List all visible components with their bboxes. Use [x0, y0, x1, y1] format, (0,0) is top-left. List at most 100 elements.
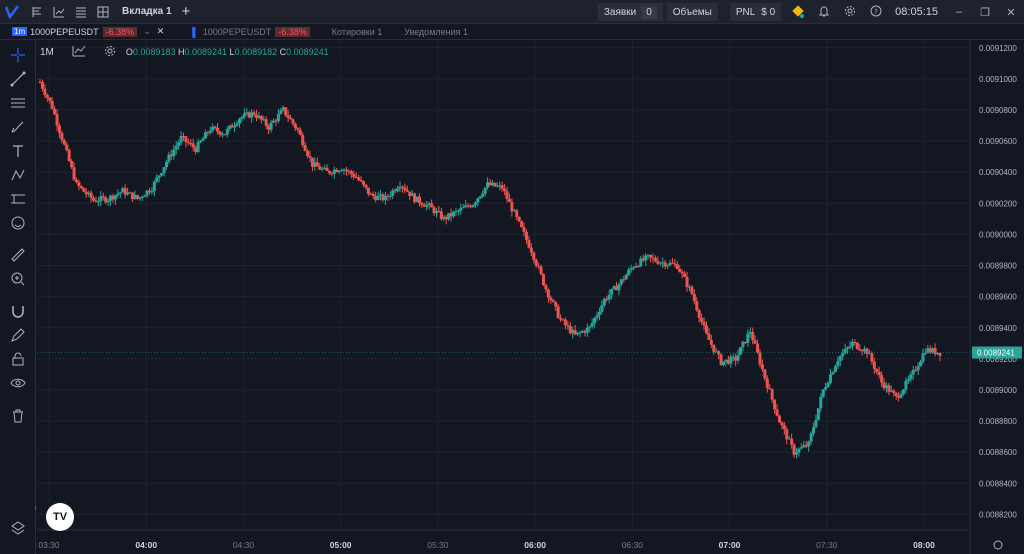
candle-bullish	[921, 353, 925, 362]
time-axis: 03:30 04:00 04:30 05:00 05:30 06:00 06:30 07:00…	[34, 503, 970, 550]
price-tick-label: 0.0088200	[979, 510, 1017, 519]
candle-bearish	[77, 181, 81, 187]
candle-bullish	[199, 140, 203, 143]
time-tick-label: 08:00	[913, 540, 935, 550]
candle-bullish	[746, 333, 750, 343]
candle-bearish	[306, 150, 310, 156]
candle-bullish	[909, 374, 913, 380]
candle-bearish	[865, 348, 869, 354]
symbol-name-2: 1000PEPEUSDT	[202, 26, 272, 37]
candle-bearish	[549, 297, 553, 301]
candle-bearish	[45, 94, 49, 98]
minimize-icon[interactable]: –	[946, 6, 972, 18]
candle-bullish	[607, 294, 611, 300]
chart-icon[interactable]	[50, 3, 68, 21]
candle-bearish	[522, 227, 526, 233]
candle-bearish	[405, 190, 409, 192]
candle-bearish	[751, 331, 755, 341]
candlestick-chart[interactable]: 0.0091200 0.0091000 0.0090800 0.0090600 0.00…	[0, 40, 1024, 554]
candle-bullish	[279, 110, 283, 114]
tab-marker-icon: ▌	[192, 26, 199, 37]
candle-bearish	[765, 378, 769, 389]
notifications-tab[interactable]: Уведомления 1	[404, 27, 468, 37]
chart-settings-icon[interactable]	[104, 45, 116, 59]
candle-bullish	[829, 374, 833, 383]
candle-bearish	[768, 388, 772, 390]
close-tab-icon[interactable]: ✕	[157, 26, 165, 37]
maximize-icon[interactable]: ❐	[972, 6, 998, 19]
last-price-label: 0.0089241	[977, 349, 1015, 358]
candle-bearish	[53, 108, 57, 115]
candle-bullish	[483, 187, 487, 194]
pnl-label: PNL	[735, 6, 756, 18]
candle-bearish	[284, 107, 288, 116]
time-tick-label: 04:30	[233, 540, 255, 550]
candle-bullish	[578, 332, 582, 334]
candle-bearish	[420, 203, 424, 206]
candle-bullish	[797, 448, 801, 453]
layout-grid-icon[interactable]	[94, 3, 112, 21]
candle-bearish	[758, 352, 762, 365]
candle-bullish	[916, 366, 920, 371]
notifications-bell-icon[interactable]	[811, 5, 837, 20]
candle-bearish	[675, 264, 679, 269]
low-value: 0.0089182	[234, 47, 278, 57]
chart-type-icon[interactable]	[72, 45, 86, 59]
candle-bullish	[819, 396, 823, 409]
candle-bearish	[697, 310, 701, 318]
candle-bearish	[938, 352, 942, 356]
pnl-widget[interactable]: PNL $ 0	[729, 3, 782, 21]
candle-bearish	[55, 114, 59, 126]
candle-bearish	[505, 191, 509, 199]
high-value: 0.0089241	[184, 47, 228, 57]
candle-bearish	[853, 341, 857, 343]
orders-button[interactable]: Заявки 0	[597, 3, 663, 21]
candle-bullish	[923, 352, 927, 354]
candle-bullish	[225, 129, 229, 135]
symbol-tab-active[interactable]: 1m 1000PEPEUSDT -6.38% ⌄ ✕	[0, 26, 164, 37]
candle-bearish	[48, 97, 52, 101]
candle-bullish	[610, 288, 614, 295]
candle-bullish	[588, 326, 592, 328]
candle-bearish	[327, 170, 331, 174]
time-tick-label: 06:00	[524, 540, 546, 550]
candle-bearish	[855, 342, 859, 349]
symbol-name: 1000PEPEUSDT	[30, 26, 99, 37]
candle-bullish	[425, 204, 429, 207]
candle-bearish	[70, 161, 74, 168]
candle-bearish	[539, 266, 543, 275]
symbol-tab-2[interactable]: ▌ 1000PEPEUSDT -6.38%	[192, 26, 310, 37]
exchange-icon[interactable]	[785, 4, 811, 21]
candle-bullish	[593, 317, 597, 324]
settings-gear-icon[interactable]	[837, 5, 863, 20]
candle-bearish	[559, 317, 563, 320]
time-tick-label: 07:00	[719, 540, 741, 550]
candle-bullish	[162, 167, 166, 174]
ohlc-readout: O0.0089183 H0.0089241 L0.0089182 C0.0089…	[126, 47, 329, 57]
list-icon[interactable]	[72, 3, 90, 21]
workspace-tab[interactable]: Вкладка 1	[122, 6, 172, 17]
candle-bearish	[678, 268, 682, 272]
candle-bearish	[101, 196, 105, 198]
chart-grid	[37, 40, 970, 530]
app-logo-icon[interactable]	[0, 0, 24, 24]
candle-bearish	[301, 134, 305, 146]
help-icon[interactable]: ?	[863, 5, 889, 20]
volumes-button[interactable]: Объемы	[666, 3, 718, 21]
interval-selector[interactable]: 1M	[40, 47, 54, 58]
quotes-tab[interactable]: Котировки 1	[332, 27, 382, 37]
add-tab-button[interactable]: +	[182, 4, 191, 19]
time-tick-label: 03:30	[38, 540, 60, 550]
candle-bearish	[308, 155, 312, 158]
candle-bearish	[417, 196, 421, 204]
close-icon[interactable]: ✕	[998, 6, 1024, 19]
chevron-down-icon[interactable]: ⌄	[143, 26, 151, 37]
candle-bullish	[160, 173, 164, 176]
price-tick-label: 0.0090400	[979, 168, 1017, 177]
candle-bullish	[807, 441, 811, 447]
candle-bearish	[707, 333, 711, 340]
candle-bullish	[629, 268, 633, 270]
candle-bearish	[352, 174, 356, 178]
candle-bearish	[403, 187, 407, 191]
orderbook-icon[interactable]	[28, 3, 46, 21]
